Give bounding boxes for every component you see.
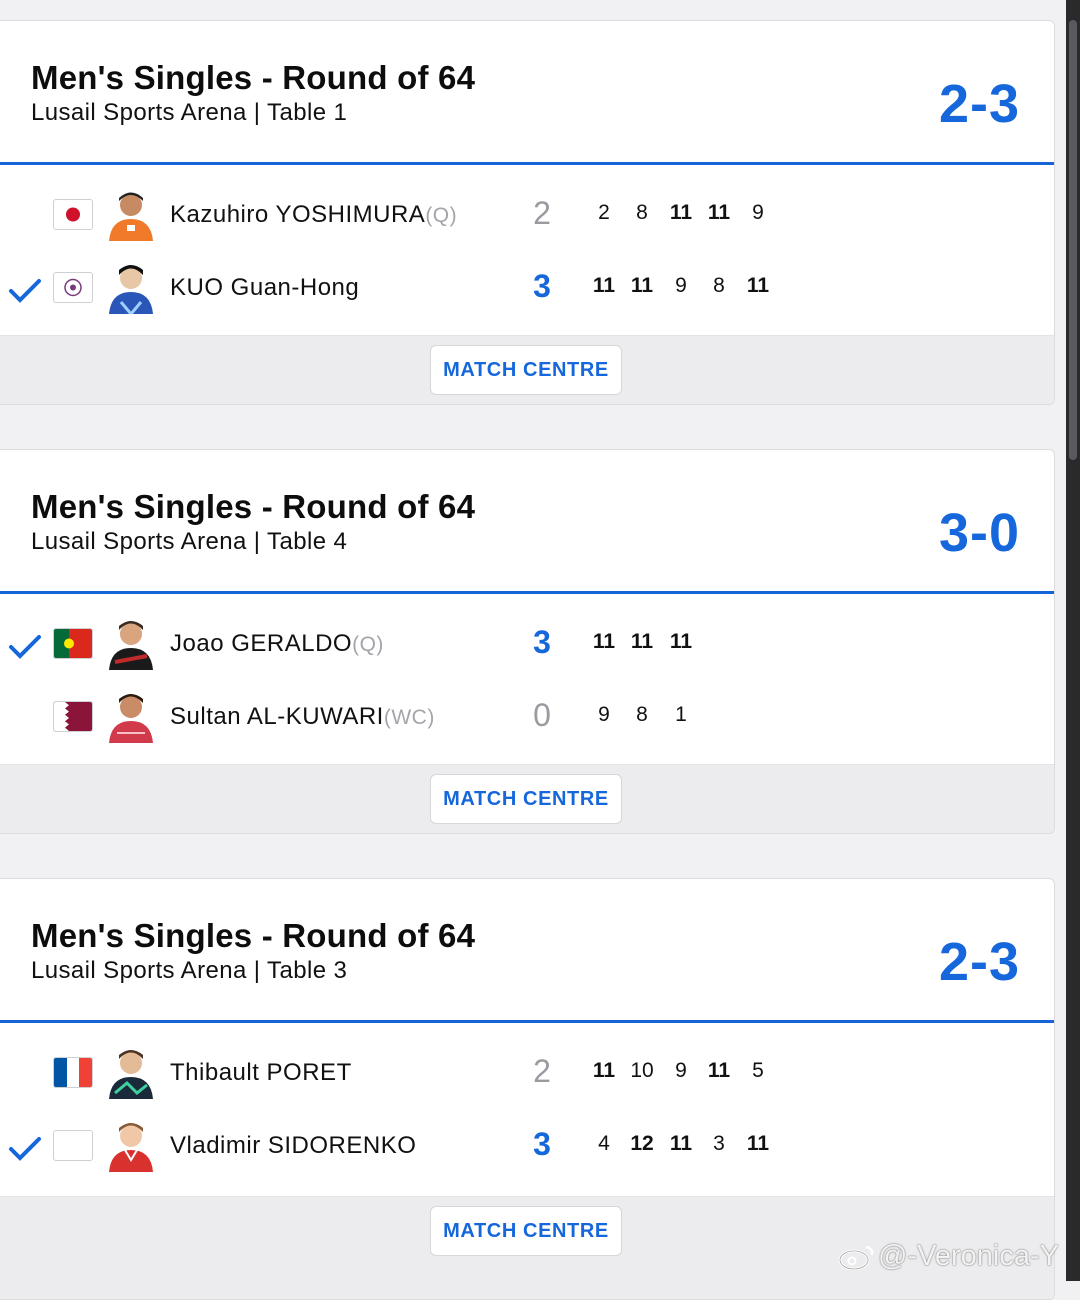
chinese-taipei-flag-icon <box>53 272 93 303</box>
match-title: Men's Singles - Round of 64 <box>31 917 476 954</box>
qatar-flag-icon <box>53 701 93 732</box>
set-score: 8 <box>713 274 725 297</box>
set-score: 4 <box>598 1132 610 1155</box>
player-row: KUO Guan-Hong 3 11 11 9 8 11 <box>0 262 1054 322</box>
match-card-2: Men's Singles - Round of 64 Lusail Sport… <box>0 449 1055 834</box>
match-footer: MATCH CENTRE <box>0 335 1054 404</box>
france-flag-icon <box>53 1057 93 1088</box>
player-name[interactable]: Sultan AL-KUWARI(WC) <box>170 703 435 731</box>
match-body: Kazuhiro YOSHIMURA(Q) 2 2 8 11 11 9 KUO … <box>0 165 1054 338</box>
set-score: 9 <box>752 201 764 224</box>
winner-check-icon <box>9 279 41 303</box>
set-score: 11 <box>746 1132 770 1155</box>
games-won: 0 <box>533 697 551 733</box>
winner-check-icon <box>9 635 41 659</box>
portugal-flag-icon <box>53 628 93 659</box>
set-score: 5 <box>752 1059 764 1082</box>
set-score: 11 <box>707 201 731 224</box>
set-score: 11 <box>707 1059 731 1082</box>
match-body: Thibault PORET 2 11 10 9 11 5 Vladimir S… <box>0 1023 1054 1196</box>
set-score: 9 <box>598 703 610 726</box>
winner-check-icon <box>9 1137 41 1161</box>
player-avatar <box>109 621 153 670</box>
set-score: 3 <box>713 1132 725 1155</box>
match-body: Joao GERALDO(Q) 3 11 11 11 Sultan AL-KUW… <box>0 594 1054 767</box>
set-score: 9 <box>675 1059 687 1082</box>
player-row: Sultan AL-KUWARI(WC) 0 9 8 1 <box>0 691 1054 751</box>
set-score: 9 <box>675 274 687 297</box>
player-avatar <box>109 192 153 241</box>
scrollbar-track[interactable] <box>1066 0 1080 1281</box>
match-header: Men's Singles - Round of 64 Lusail Sport… <box>0 21 1054 165</box>
set-score: 8 <box>636 201 648 224</box>
scrollbar-thumb[interactable] <box>1069 20 1077 460</box>
match-title: Men's Singles - Round of 64 <box>31 59 476 96</box>
weibo-logo-icon <box>838 1245 874 1271</box>
player-avatar <box>109 1123 153 1172</box>
player-row: Joao GERALDO(Q) 3 11 11 11 <box>0 618 1054 678</box>
games-won: 3 <box>533 1126 551 1162</box>
player-name[interactable]: Kazuhiro YOSHIMURA(Q) <box>170 201 457 229</box>
match-score: 2-3 <box>938 74 1020 134</box>
match-header: Men's Singles - Round of 64 Lusail Sport… <box>0 450 1054 594</box>
set-score: 11 <box>669 1132 693 1155</box>
match-footer: MATCH CENTRE <box>0 764 1054 833</box>
games-won: 2 <box>533 195 551 231</box>
set-score: 11 <box>669 630 693 653</box>
set-score: 11 <box>669 201 693 224</box>
player-name[interactable]: Thibault PORET <box>170 1059 352 1087</box>
player-row: Kazuhiro YOSHIMURA(Q) 2 2 8 11 11 9 <box>0 189 1054 249</box>
games-won: 3 <box>533 624 551 660</box>
match-venue: Lusail Sports Arena | Table 1 <box>31 99 348 126</box>
match-score: 3-0 <box>938 503 1020 563</box>
set-score: 11 <box>630 274 654 297</box>
games-won: 2 <box>533 1053 551 1089</box>
match-centre-button[interactable]: MATCH CENTRE <box>430 1206 622 1256</box>
player-avatar <box>109 1050 153 1099</box>
set-score: 11 <box>630 630 654 653</box>
match-venue: Lusail Sports Arena | Table 3 <box>31 957 348 984</box>
set-score: 8 <box>636 703 648 726</box>
player-avatar <box>109 694 153 743</box>
set-score: 11 <box>746 274 770 297</box>
match-title: Men's Singles - Round of 64 <box>31 488 476 525</box>
player-row: Vladimir SIDORENKO 3 4 12 11 3 11 <box>0 1120 1054 1180</box>
player-tag: (WC) <box>383 706 435 729</box>
player-row: Thibault PORET 2 11 10 9 11 5 <box>0 1047 1054 1107</box>
player-name[interactable]: KUO Guan-Hong <box>170 274 359 302</box>
match-header: Men's Singles - Round of 64 Lusail Sport… <box>0 879 1054 1023</box>
games-won: 3 <box>533 268 551 304</box>
match-card-1: Men's Singles - Round of 64 Lusail Sport… <box>0 20 1055 405</box>
match-card-3: Men's Singles - Round of 64 Lusail Sport… <box>0 878 1055 1300</box>
player-name[interactable]: Joao GERALDO(Q) <box>170 630 384 658</box>
set-score: 12 <box>630 1132 654 1155</box>
set-score: 11 <box>592 1059 616 1082</box>
japan-flag-icon <box>53 199 93 230</box>
match-centre-button[interactable]: MATCH CENTRE <box>430 774 622 824</box>
player-name[interactable]: Vladimir SIDORENKO <box>170 1132 416 1160</box>
player-tag: (Q) <box>425 204 458 227</box>
match-venue: Lusail Sports Arena | Table 4 <box>31 528 348 555</box>
watermark-text: @-Veronica-Y <box>878 1240 1059 1272</box>
neutral-flag-icon <box>53 1130 93 1161</box>
match-score: 2-3 <box>938 932 1020 992</box>
player-tag: (Q) <box>352 633 384 656</box>
match-centre-button[interactable]: MATCH CENTRE <box>430 345 622 395</box>
player-avatar <box>109 265 153 314</box>
set-score: 11 <box>592 630 616 653</box>
set-score: 1 <box>675 703 687 726</box>
set-score: 10 <box>630 1059 654 1082</box>
set-score: 2 <box>598 201 610 224</box>
set-score: 11 <box>592 274 616 297</box>
